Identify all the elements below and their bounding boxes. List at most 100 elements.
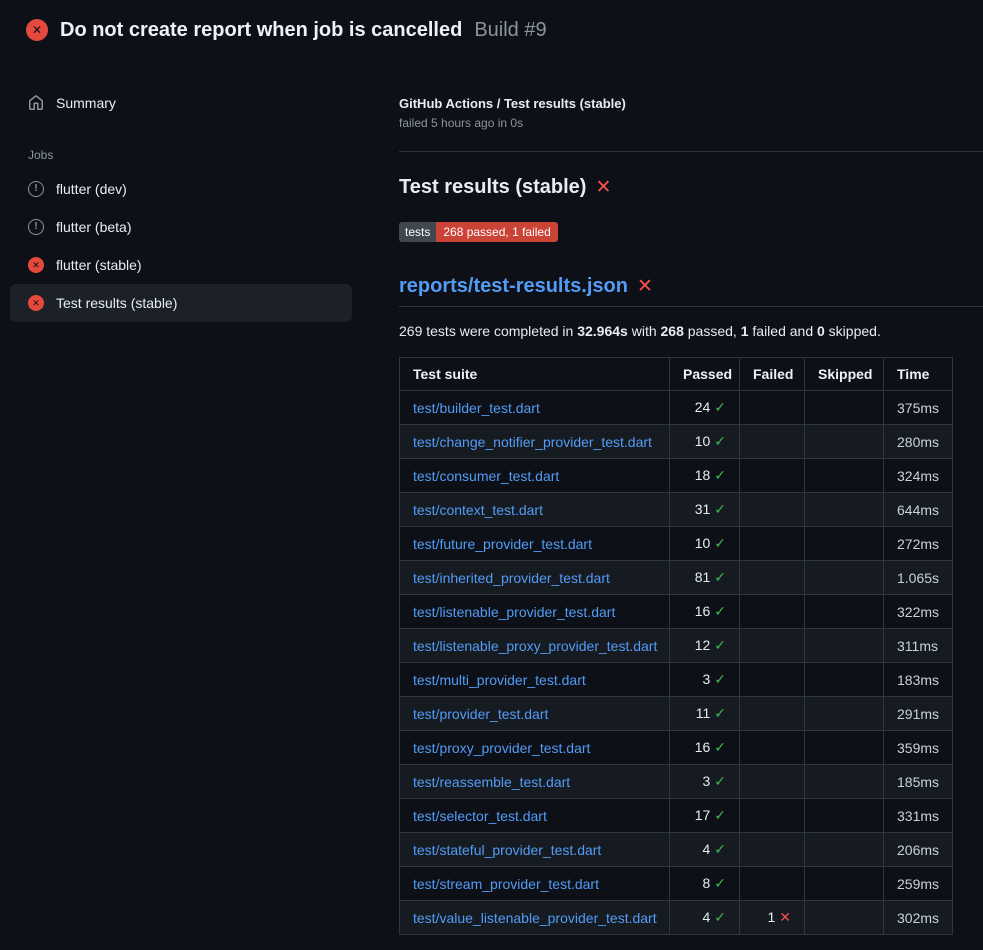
skipped-cell bbox=[805, 731, 884, 765]
passed-cell: 10✓ bbox=[670, 527, 740, 561]
skipped-cell bbox=[805, 799, 884, 833]
passed-cell: 18✓ bbox=[670, 459, 740, 493]
sidebar-item-flutter-stable[interactable]: ✕ flutter (stable) bbox=[10, 246, 352, 284]
sidebar-item-test-results-stable[interactable]: ✕ Test results (stable) bbox=[10, 284, 352, 322]
suite-cell: test/provider_test.dart bbox=[400, 697, 670, 731]
run-meta: failed 5 hours ago in 0s bbox=[399, 116, 983, 130]
test-suite-link[interactable]: test/stream_provider_test.dart bbox=[413, 876, 599, 892]
table-row: test/provider_test.dart11✓291ms bbox=[400, 697, 953, 731]
passed-cell: 4✓ bbox=[670, 833, 740, 867]
skipped-cell bbox=[805, 867, 884, 901]
suite-cell: test/change_notifier_provider_test.dart bbox=[400, 425, 670, 459]
failed-x-icon: ✕ bbox=[595, 178, 611, 197]
failed-cell: 1✕ bbox=[740, 901, 805, 935]
table-row: test/reassemble_test.dart3✓185ms bbox=[400, 765, 953, 799]
check-icon: ✓ bbox=[714, 807, 726, 823]
skipped-cell bbox=[805, 561, 884, 595]
skipped-cell bbox=[805, 493, 884, 527]
cancelled-icon: ! bbox=[28, 219, 44, 235]
table-row: test/stateful_provider_test.dart 4✓ 206ms bbox=[400, 833, 953, 867]
report-heading: reports/test-results.json ✕ bbox=[399, 275, 983, 307]
check-icon: ✓ bbox=[714, 773, 726, 789]
passed-cell: 8✓ bbox=[670, 867, 740, 901]
header-passed: Passed bbox=[670, 358, 740, 391]
header-failed: Failed bbox=[740, 358, 805, 391]
test-suite-link[interactable]: test/reassemble_test.dart bbox=[413, 774, 570, 790]
test-suite-link[interactable]: test/change_notifier_provider_test.dart bbox=[413, 434, 652, 450]
test-suite-link[interactable]: test/proxy_provider_test.dart bbox=[413, 740, 590, 756]
failed-cell bbox=[740, 663, 805, 697]
jobs-section-label: Jobs bbox=[28, 148, 352, 162]
suite-cell: test/selector_test.dart bbox=[400, 799, 670, 833]
x-icon: ✕ bbox=[779, 909, 791, 925]
build-header: ✕ Do not create report when job is cance… bbox=[0, 0, 983, 58]
test-suite-link[interactable]: test/listenable_proxy_provider_test.dart bbox=[413, 638, 657, 654]
home-icon bbox=[28, 95, 44, 111]
test-suite-link[interactable]: test/selector_test.dart bbox=[413, 808, 547, 824]
skipped-cell bbox=[805, 527, 884, 561]
test-suite-link[interactable]: test/builder_test.dart bbox=[413, 400, 540, 416]
build-failed-icon: ✕ bbox=[26, 19, 48, 41]
skipped-cell bbox=[805, 697, 884, 731]
passed-cell: 16✓ bbox=[670, 595, 740, 629]
skipped-cell bbox=[805, 391, 884, 425]
table-row: test/proxy_provider_test.dart16✓359ms bbox=[400, 731, 953, 765]
summary-line: 269 tests were completed in 32.964s with… bbox=[399, 323, 983, 339]
sidebar-item-flutter-beta[interactable]: ! flutter (beta) bbox=[10, 208, 352, 246]
test-suite-link[interactable]: test/multi_provider_test.dart bbox=[413, 672, 586, 688]
badge-label: tests bbox=[399, 222, 436, 242]
time-cell: 291ms bbox=[884, 697, 953, 731]
table-row: test/context_test.dart31✓644ms bbox=[400, 493, 953, 527]
job-label: flutter (dev) bbox=[56, 181, 127, 197]
skipped-cell bbox=[805, 459, 884, 493]
sidebar-item-summary[interactable]: Summary bbox=[10, 84, 352, 122]
failed-cell bbox=[740, 697, 805, 731]
test-suite-link[interactable]: test/provider_test.dart bbox=[413, 706, 548, 722]
tests-badge: tests 268 passed, 1 failed bbox=[399, 222, 558, 242]
failed-cell bbox=[740, 629, 805, 663]
sidebar: Summary Jobs ! flutter (dev) ! flutter (… bbox=[0, 58, 375, 322]
check-icon: ✓ bbox=[714, 569, 726, 585]
test-suite-link[interactable]: test/value_listenable_provider_test.dart bbox=[413, 910, 657, 926]
test-suite-link[interactable]: test/stateful_provider_test.dart bbox=[413, 842, 601, 858]
job-label: flutter (stable) bbox=[56, 257, 142, 273]
results-table-body: test/builder_test.dart24✓375ms test/chang… bbox=[400, 391, 953, 935]
passed-cell: 31✓ bbox=[670, 493, 740, 527]
suite-cell: test/consumer_test.dart bbox=[400, 459, 670, 493]
suite-cell: test/builder_test.dart bbox=[400, 391, 670, 425]
table-row: test/multi_provider_test.dart3✓183ms bbox=[400, 663, 953, 697]
test-suite-link[interactable]: test/listenable_provider_test.dart bbox=[413, 604, 615, 620]
check-icon: ✓ bbox=[714, 875, 726, 891]
jobs-list: ! flutter (dev) ! flutter (beta) ✕ flutt… bbox=[10, 170, 352, 322]
failed-cell bbox=[740, 527, 805, 561]
table-row: test/listenable_provider_test.dart16✓322… bbox=[400, 595, 953, 629]
skipped-cell bbox=[805, 901, 884, 935]
report-link[interactable]: reports/test-results.json bbox=[399, 275, 628, 298]
test-suite-link[interactable]: test/inherited_provider_test.dart bbox=[413, 570, 610, 586]
suite-cell: test/value_listenable_provider_test.dart bbox=[400, 901, 670, 935]
failed-cell bbox=[740, 867, 805, 901]
time-cell: 206ms bbox=[884, 833, 953, 867]
table-row: test/builder_test.dart24✓375ms bbox=[400, 391, 953, 425]
skipped-cell bbox=[805, 663, 884, 697]
skipped-cell bbox=[805, 629, 884, 663]
table-row: test/value_listenable_provider_test.dart… bbox=[400, 901, 953, 935]
table-row: test/consumer_test.dart18✓324ms bbox=[400, 459, 953, 493]
suite-cell: test/reassemble_test.dart bbox=[400, 765, 670, 799]
header-skipped: Skipped bbox=[805, 358, 884, 391]
time-cell: 311ms bbox=[884, 629, 953, 663]
failed-icon: ✕ bbox=[28, 295, 44, 311]
test-suite-link[interactable]: test/future_provider_test.dart bbox=[413, 536, 592, 552]
test-suite-link[interactable]: test/consumer_test.dart bbox=[413, 468, 559, 484]
check-icon: ✓ bbox=[714, 705, 726, 721]
test-suite-link[interactable]: test/context_test.dart bbox=[413, 502, 543, 518]
table-row: test/selector_test.dart17✓331ms bbox=[400, 799, 953, 833]
sidebar-item-flutter-dev[interactable]: ! flutter (dev) bbox=[10, 170, 352, 208]
time-cell: 331ms bbox=[884, 799, 953, 833]
cancelled-icon: ! bbox=[28, 181, 44, 197]
failed-cell bbox=[740, 493, 805, 527]
failed-cell bbox=[740, 391, 805, 425]
header-time: Time bbox=[884, 358, 953, 391]
check-icon: ✓ bbox=[714, 909, 726, 925]
check-icon: ✓ bbox=[714, 399, 726, 415]
